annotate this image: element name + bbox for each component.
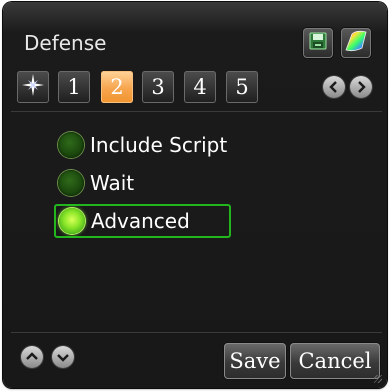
radio-button[interactable] [58, 132, 84, 158]
tab-3[interactable]: 3 [142, 71, 174, 103]
tab-all[interactable] [17, 71, 49, 103]
defense-dialog: Defense 1 2 3 4 5 Include Script Wait Ad… [3, 2, 387, 388]
chevron-down-icon [57, 348, 69, 367]
chevron-left-icon [328, 78, 340, 97]
header-divider [11, 111, 382, 112]
cancel-button[interactable]: Cancel [290, 343, 380, 379]
option-label: Advanced [91, 209, 190, 233]
move-down-button[interactable] [52, 346, 74, 368]
radio-button-selected[interactable] [59, 208, 85, 234]
tab-2[interactable]: 2 [101, 71, 133, 103]
chevron-right-icon [355, 78, 367, 97]
radio-button[interactable] [58, 170, 84, 196]
save-button[interactable]: Save [224, 343, 286, 379]
option-wait[interactable]: Wait [55, 166, 134, 200]
tab-5[interactable]: 5 [226, 71, 258, 103]
option-advanced[interactable]: Advanced [54, 204, 231, 238]
color-palette-button[interactable] [341, 28, 371, 58]
tab-4[interactable]: 4 [184, 71, 216, 103]
next-page-button[interactable] [350, 76, 372, 98]
color-palette-icon [344, 30, 368, 56]
option-label: Include Script [90, 133, 228, 157]
option-include-script[interactable]: Include Script [55, 128, 227, 162]
chevron-up-icon [26, 348, 38, 367]
footer-divider [11, 332, 382, 333]
save-disk-icon [309, 32, 327, 54]
resize-grip-icon[interactable] [374, 375, 382, 383]
tab-1[interactable]: 1 [58, 71, 90, 103]
save-disk-button[interactable] [303, 28, 333, 58]
option-label: Wait [90, 171, 135, 195]
dialog-title: Defense [24, 31, 107, 55]
compass-star-icon [21, 73, 45, 102]
previous-page-button[interactable] [323, 76, 345, 98]
move-up-button[interactable] [21, 346, 43, 368]
